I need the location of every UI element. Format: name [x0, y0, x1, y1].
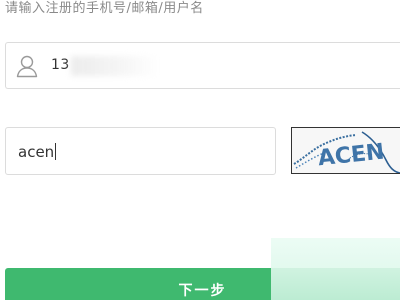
text-caret	[55, 143, 57, 160]
next-step-button[interactable]: 下一步	[5, 268, 400, 300]
captcha-input[interactable]: acen	[5, 127, 276, 175]
account-input-value[interactable]: 13	[51, 57, 70, 73]
captcha-graphic: ACEN	[293, 131, 400, 174]
account-field[interactable]: 13	[5, 42, 400, 89]
captcha-text: ACEN	[317, 140, 386, 172]
user-icon	[16, 55, 38, 78]
find-password-form: 请输入注册的手机号/邮箱/用户名 13 acen ACEN 下一步	[0, 0, 400, 300]
captcha-input-value[interactable]: acen	[18, 143, 57, 161]
captcha-image[interactable]: ACEN	[291, 127, 400, 174]
redacted-blur	[71, 56, 159, 76]
account-prompt-label: 请输入注册的手机号/邮箱/用户名	[5, 1, 204, 16]
